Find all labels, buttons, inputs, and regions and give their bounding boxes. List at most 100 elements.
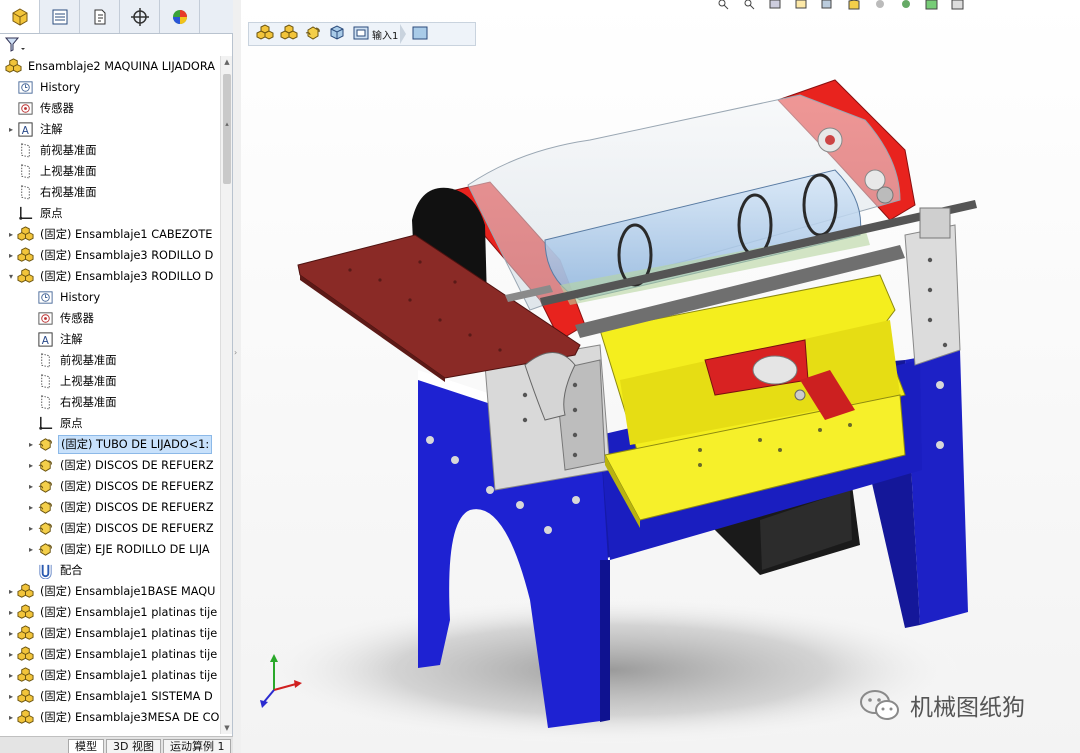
tree-item[interactable]: 前视基准面 bbox=[0, 140, 220, 161]
tree-item[interactable]: ▸ (固定) DISCOS DE REFUERZ bbox=[0, 518, 220, 539]
expand-arrow-icon[interactable]: ▸ bbox=[6, 644, 16, 665]
origin-icon bbox=[16, 205, 34, 223]
tree-item[interactable]: ▸ (固定) Ensamblaje1 platinas tije bbox=[0, 623, 220, 644]
breadcrumb-item[interactable] bbox=[327, 24, 347, 44]
arrow-spacer bbox=[6, 98, 16, 119]
expand-arrow-icon[interactable]: ▸ bbox=[6, 119, 16, 140]
hide-show-icon[interactable] bbox=[872, 0, 888, 10]
tree-item[interactable]: ▸ (固定) DISCOS DE REFUERZ bbox=[0, 497, 220, 518]
expand-arrow-icon[interactable]: ▸ bbox=[6, 224, 16, 245]
tree-item[interactable]: ▸ (固定) Ensamblaje1 platinas tije bbox=[0, 665, 220, 686]
view-settings-icon[interactable] bbox=[950, 0, 966, 10]
tree-item[interactable]: ▸ (固定) TUBO DE LIJADO<1: bbox=[0, 434, 220, 455]
assembly-icon bbox=[279, 23, 299, 45]
tree-item[interactable]: 配合 bbox=[0, 560, 220, 581]
scroll-up-small-icon[interactable]: ▴ bbox=[221, 118, 233, 130]
expand-arrow-icon[interactable]: ▸ bbox=[6, 581, 16, 602]
tree-item[interactable]: ▸ (固定) Ensamblaje3 RODILLO D bbox=[0, 245, 220, 266]
expand-arrow-icon[interactable]: ▸ bbox=[26, 476, 36, 497]
previous-view-icon[interactable] bbox=[768, 0, 784, 10]
tab-model[interactable]: 模型 bbox=[68, 739, 104, 753]
expand-arrow-icon[interactable]: ▾ bbox=[6, 266, 16, 287]
tab-3d-view[interactable]: 3D 视图 bbox=[106, 739, 161, 753]
sensor-icon bbox=[36, 310, 54, 328]
section-view-icon[interactable] bbox=[794, 0, 810, 10]
expand-arrow-icon[interactable]: ▸ bbox=[6, 623, 16, 644]
tree-item-label: 前视基准面 bbox=[40, 144, 97, 157]
zoom-to-fit-icon[interactable] bbox=[716, 0, 732, 10]
expand-arrow-icon[interactable]: ▸ bbox=[6, 707, 16, 728]
tree-item[interactable]: ▸ (固定) Ensamblaje1 platinas tije bbox=[0, 644, 220, 665]
tree-item[interactable]: ▸ (固定) Ensamblaje1 CABEZOTE bbox=[0, 224, 220, 245]
arrow-spacer bbox=[26, 329, 36, 350]
tree-item[interactable]: ▾ (固定) Ensamblaje3 RODILLO D bbox=[0, 266, 220, 287]
tree-filter[interactable] bbox=[0, 34, 233, 56]
tab-feature-manager[interactable] bbox=[0, 0, 40, 33]
tree-item[interactable]: 传感器 bbox=[0, 308, 220, 329]
breadcrumb-item[interactable] bbox=[410, 24, 430, 44]
tree-item-label: 原点 bbox=[60, 417, 83, 430]
expand-arrow-icon[interactable]: ▸ bbox=[26, 497, 36, 518]
tree-scrollbar[interactable]: ▲ ▴ ▼ bbox=[220, 56, 232, 734]
edit-appearance-icon[interactable] bbox=[898, 0, 914, 10]
assembly-icon bbox=[16, 646, 34, 664]
breadcrumb-item[interactable]: 输入1 bbox=[351, 24, 407, 44]
scroll-up-icon[interactable]: ▲ bbox=[221, 56, 233, 68]
tree-item-label: (固定) Ensamblaje3 RODILLO D bbox=[40, 270, 214, 283]
collapse-panel-icon[interactable]: › bbox=[234, 348, 240, 362]
svg-text:A: A bbox=[21, 125, 29, 137]
expand-arrow-icon[interactable]: ▸ bbox=[26, 455, 36, 476]
tree-item[interactable]: ▸ (固定) Ensamblaje1BASE MAQU bbox=[0, 581, 220, 602]
tree-item[interactable]: ▸ (固定) Ensamblaje1 SISTEMA D bbox=[0, 686, 220, 707]
expand-arrow-icon[interactable]: ▸ bbox=[26, 539, 36, 560]
sanding-machine-model[interactable] bbox=[241, 60, 1080, 753]
part-icon bbox=[36, 478, 54, 496]
expand-arrow-icon[interactable]: ▸ bbox=[26, 518, 36, 539]
tree-item[interactable]: 原点 bbox=[0, 203, 220, 224]
panel-splitter[interactable]: › bbox=[233, 0, 241, 753]
expand-arrow-icon[interactable]: ▸ bbox=[6, 686, 16, 707]
expand-arrow-icon[interactable]: ▸ bbox=[6, 245, 16, 266]
view-orientation-icon[interactable] bbox=[820, 0, 836, 10]
tree-item[interactable]: ▸ (固定) DISCOS DE REFUERZ bbox=[0, 455, 220, 476]
tab-dimxpert-manager[interactable] bbox=[120, 0, 160, 33]
tab-property-manager[interactable] bbox=[40, 0, 80, 33]
coordinate-triad[interactable] bbox=[256, 650, 316, 710]
tree-item[interactable]: History bbox=[0, 287, 220, 308]
tab-motion-study[interactable]: 运动算例 1 bbox=[162, 739, 232, 753]
tree-item[interactable]: A 注解 bbox=[0, 329, 220, 350]
tree-item[interactable]: Ensamblaje2 MAQUINA LIJADORA bbox=[0, 56, 220, 77]
scroll-down-icon[interactable]: ▼ bbox=[221, 722, 233, 734]
tab-configuration-manager[interactable] bbox=[80, 0, 120, 33]
breadcrumb-label: 输入1 bbox=[372, 30, 399, 42]
tree-item[interactable]: 上视基准面 bbox=[0, 161, 220, 182]
breadcrumb-item[interactable] bbox=[279, 23, 299, 45]
tree-item[interactable]: ▸ (固定) Ensamblaje3MESA DE CO bbox=[0, 707, 220, 728]
apply-scene-icon[interactable] bbox=[924, 0, 940, 10]
tree-item[interactable]: History bbox=[0, 77, 220, 98]
expand-arrow-icon[interactable]: ▸ bbox=[6, 602, 16, 623]
display-style-icon[interactable] bbox=[846, 0, 862, 10]
dimxpert-manager-icon bbox=[130, 7, 149, 26]
tab-display-manager[interactable] bbox=[160, 0, 200, 33]
tree-item[interactable]: 传感器 bbox=[0, 98, 220, 119]
part-icon bbox=[36, 541, 54, 559]
arrow-spacer bbox=[6, 182, 16, 203]
expand-arrow-icon[interactable]: ▸ bbox=[6, 665, 16, 686]
breadcrumb-item[interactable] bbox=[255, 23, 275, 44]
tree-item[interactable]: ▸ (固定) EJE RODILLO DE LIJA bbox=[0, 539, 220, 560]
tree-item[interactable]: 前视基准面 bbox=[0, 350, 220, 371]
tree-item[interactable]: 上视基准面 bbox=[0, 371, 220, 392]
breadcrumb-item[interactable] bbox=[303, 24, 323, 44]
expand-arrow-icon[interactable]: ▸ bbox=[26, 434, 36, 455]
tree-item[interactable]: ▸ (固定) Ensamblaje1 platinas tije bbox=[0, 602, 220, 623]
zoom-area-icon[interactable] bbox=[742, 0, 758, 10]
tree-item[interactable]: ▸ A 注解 bbox=[0, 119, 220, 140]
x-axis-icon bbox=[273, 683, 297, 691]
tree-item[interactable]: 右视基准面 bbox=[0, 392, 220, 413]
tree-item[interactable]: 右视基准面 bbox=[0, 182, 220, 203]
tree-item[interactable]: ▸ (固定) DISCOS DE REFUERZ bbox=[0, 476, 220, 497]
tree-item[interactable]: 原点 bbox=[0, 413, 220, 434]
feature-manager-icon bbox=[12, 7, 27, 26]
tree-item-label: 右视基准面 bbox=[40, 186, 97, 199]
